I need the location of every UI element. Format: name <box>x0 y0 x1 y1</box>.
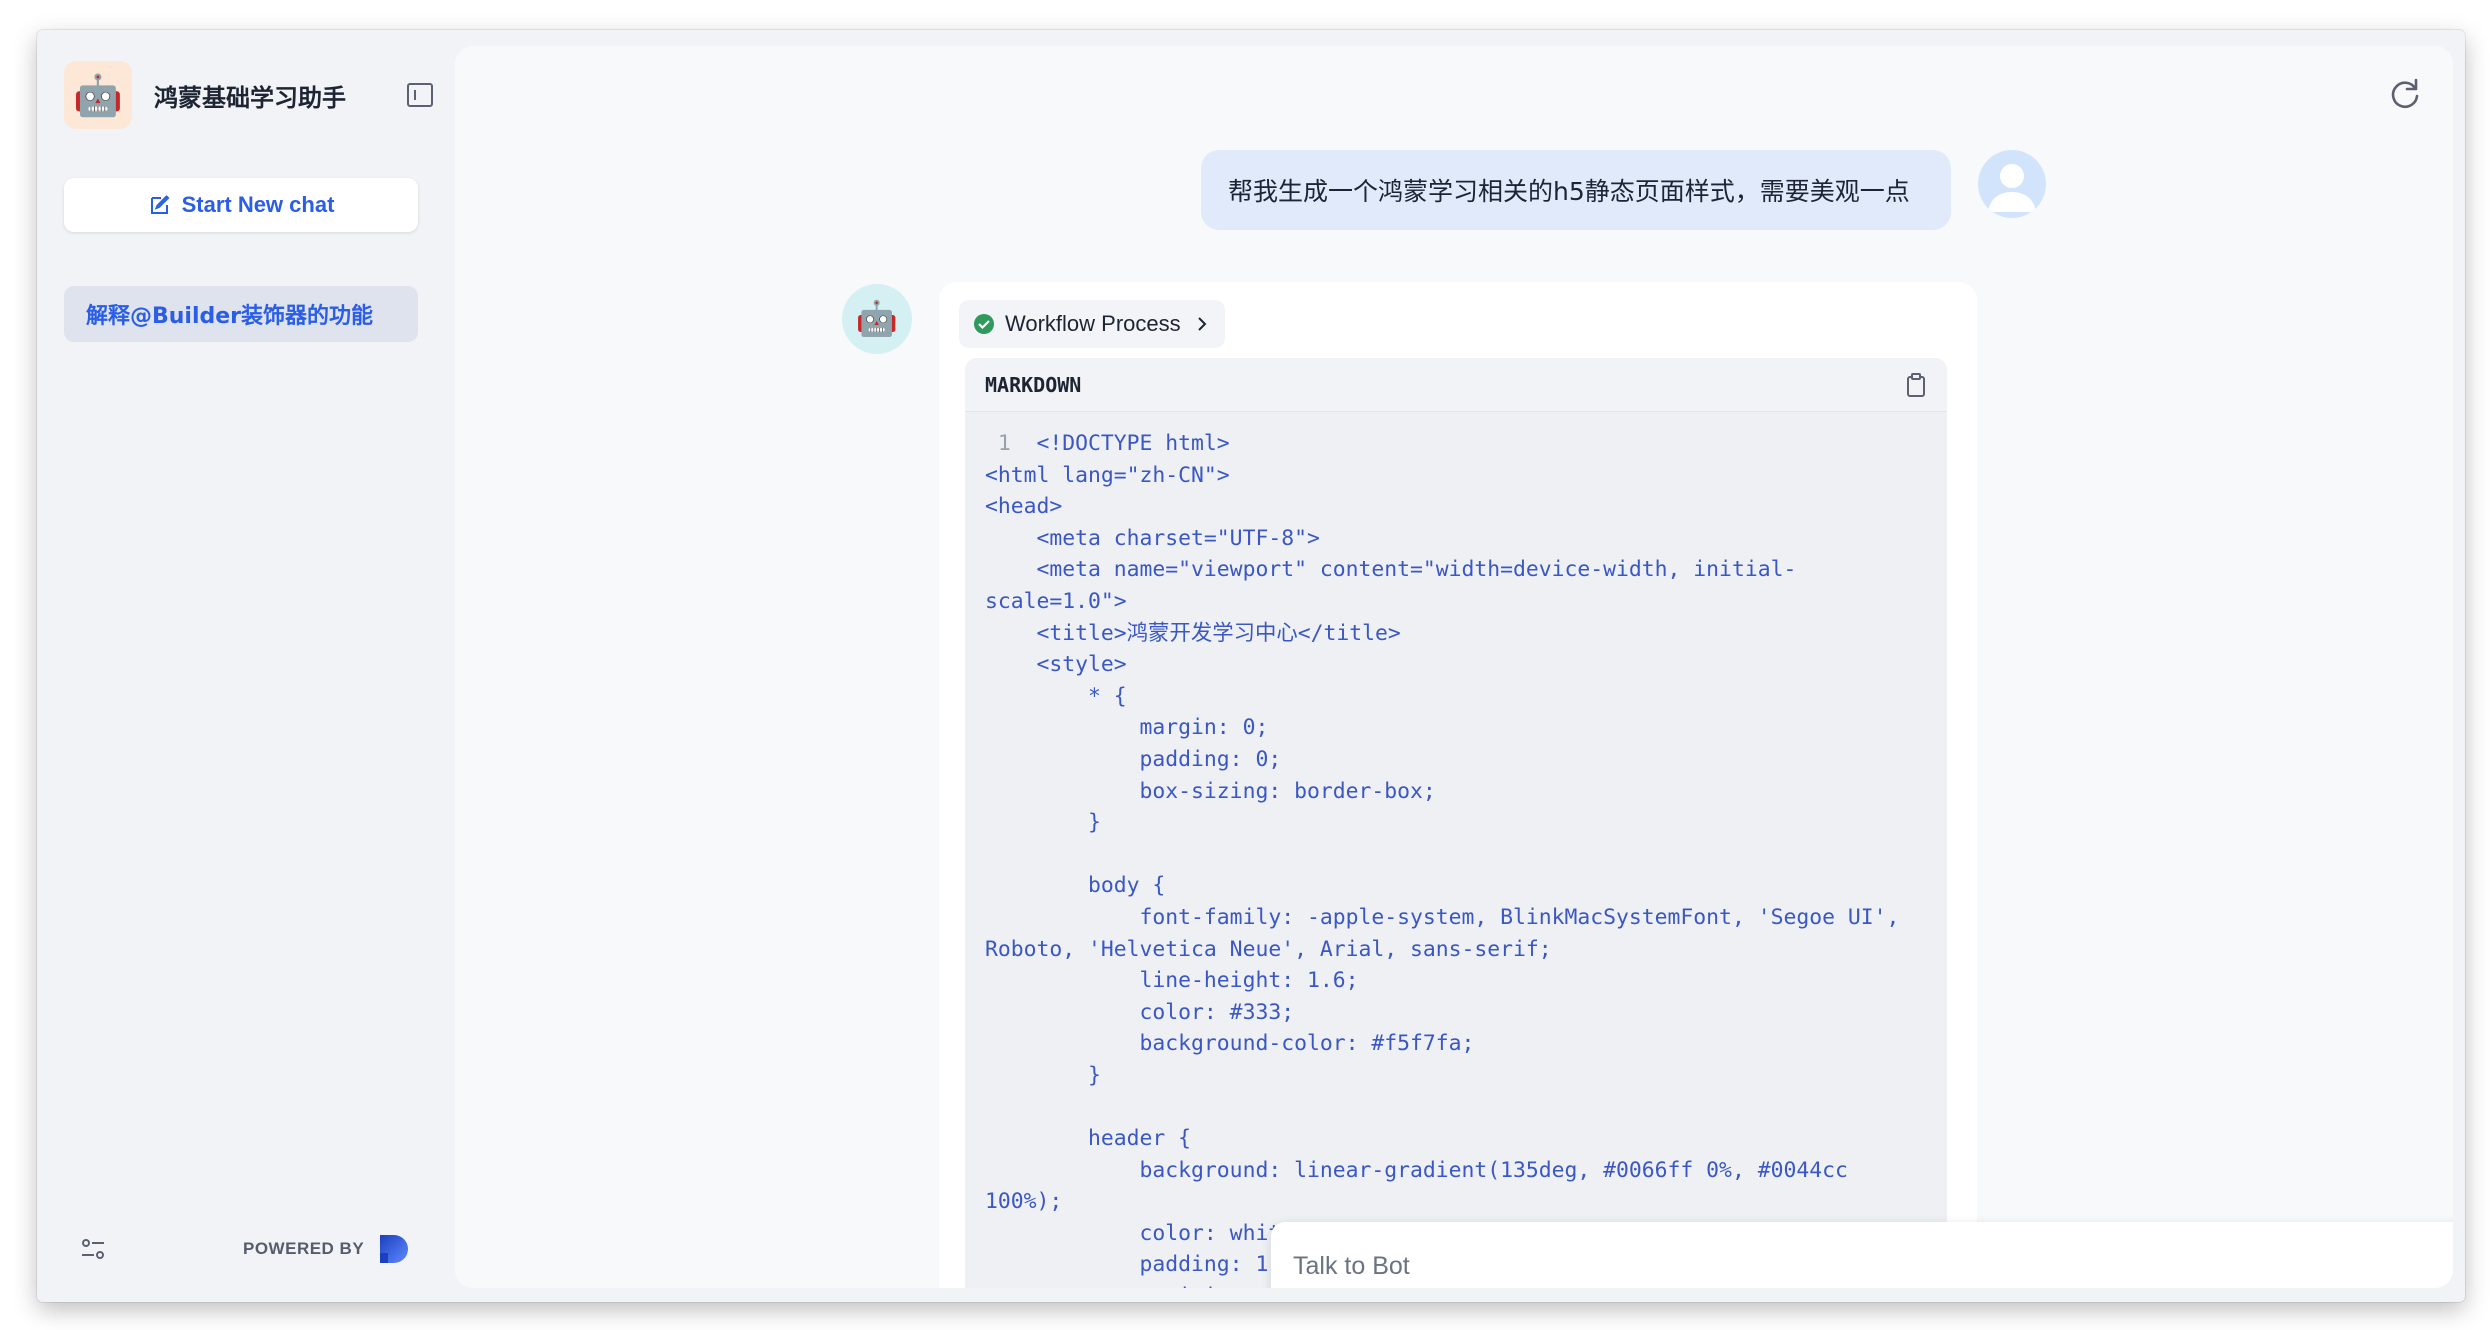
code-line: <meta charset="UTF-8"> <box>985 523 1935 555</box>
code-block: MARKDOWN 1 <!DOCTYPE html> <html lang="zh… <box>965 358 1947 1288</box>
edit-icon <box>150 195 169 214</box>
chat-main: 帮我生成一个鸿蒙学习相关的h5静态页面样式，需要美观一点 🤖 Workflow … <box>455 46 2453 1288</box>
code-line-text: <head> <box>985 494 1063 520</box>
code-line-text: * { <box>985 683 1127 709</box>
refresh-icon[interactable] <box>2387 76 2423 112</box>
code-line: box-sizing: border-box; <box>985 776 1935 808</box>
code-line-text: } <box>985 1062 1101 1088</box>
code-line: <meta name="viewport" content="width=dev… <box>985 554 1935 586</box>
app-header: 🤖 鸿蒙基础学习助手 <box>64 60 434 130</box>
robot-logo-icon: 🤖 <box>64 61 132 129</box>
app-window: 🤖 鸿蒙基础学习助手 Start New chat 解释@Builder装饰器的… <box>37 30 2465 1302</box>
code-line: * { <box>985 681 1935 713</box>
code-line-text: <style> <box>985 652 1127 678</box>
code-line-text: 100%); <box>985 1189 1063 1215</box>
code-line: margin: 0; <box>985 712 1935 744</box>
code-line-text: <title>鸿蒙开发学习中心</title> <box>985 620 1401 646</box>
chevron-right-icon <box>1197 317 1207 331</box>
user-message-text: 帮我生成一个鸿蒙学习相关的h5静态页面样式，需要美观一点 <box>1228 177 1910 206</box>
settings-sliders-icon[interactable] <box>79 1235 107 1263</box>
bot-message: Workflow Process MARKDOWN 1 <!DOCTYPE ht… <box>939 282 1977 1288</box>
sidebar: 🤖 鸿蒙基础学习助手 Start New chat 解释@Builder装饰器的… <box>37 30 453 1302</box>
code-line-text: <!DOCTYPE html> <box>1036 431 1230 456</box>
chat-topbar <box>455 46 2453 146</box>
code-line: header { <box>985 1123 1935 1155</box>
sidebar-collapse-icon[interactable] <box>406 82 434 108</box>
app-name: 鸿蒙基础学习助手 <box>154 83 346 112</box>
code-line: <head> <box>985 491 1935 523</box>
chat-input[interactable] <box>1293 1246 2393 1286</box>
workflow-process-toggle[interactable]: Workflow Process <box>959 300 1225 348</box>
powered-by: POWERED BY <box>243 1233 412 1265</box>
code-line-text: color: #333; <box>985 999 1295 1025</box>
start-new-chat-label: Start New chat <box>181 192 335 217</box>
conversation-item[interactable]: 解释@Builder装饰器的功能 <box>64 286 418 342</box>
powered-by-label: POWERED BY <box>243 1239 365 1258</box>
conversation-item-label: 解释@Builder装饰器的功能 <box>86 304 374 329</box>
code-line-text: <meta name="viewport" content="width=dev… <box>985 557 1797 583</box>
code-line-text: color: white; <box>985 1220 1307 1246</box>
code-line-text: Roboto, 'Helvetica Neue', Arial, sans-se… <box>985 936 1552 962</box>
code-line-text: font-family: -apple-system, BlinkMacSyst… <box>985 904 1900 930</box>
code-line: background: linear-gradient(135deg, #006… <box>985 1155 1935 1187</box>
code-language-label: MARKDOWN <box>985 372 1082 397</box>
code-line: <style> <box>985 649 1935 681</box>
code-block-header: MARKDOWN <box>965 358 1947 412</box>
code-line-text: margin: 0; <box>985 715 1269 741</box>
user-avatar-icon <box>1978 150 2046 218</box>
code-line: } <box>985 807 1935 839</box>
code-line: } <box>985 1060 1935 1092</box>
brand-logo-icon <box>380 1235 409 1263</box>
code-line <box>985 839 1935 871</box>
code-line-text: body { <box>985 873 1166 899</box>
code-line: font-family: -apple-system, BlinkMacSyst… <box>985 902 1935 934</box>
code-line-text: line-height: 1.6; <box>985 968 1359 994</box>
check-circle-icon <box>974 314 994 334</box>
code-line-text: } <box>985 810 1101 836</box>
code-line: 100%); <box>985 1186 1935 1218</box>
code-line: <title>鸿蒙开发学习中心</title> <box>985 618 1935 650</box>
code-line-text: background-color: #f5f7fa; <box>985 1031 1475 1057</box>
copy-icon[interactable] <box>1903 372 1929 398</box>
code-line-text: scale=1.0"> <box>985 588 1127 614</box>
code-content: 1 <!DOCTYPE html> <html lang="zh-CN"> <hea… <box>985 428 1935 1288</box>
code-line: background-color: #f5f7fa; <box>985 1028 1935 1060</box>
code-line-text: header { <box>985 1126 1192 1152</box>
code-line-text: <html lang="zh-CN"> <box>985 462 1230 488</box>
code-line: <html lang="zh-CN"> <box>985 460 1935 492</box>
code-line: color: #333; <box>985 997 1935 1029</box>
code-line <box>985 1091 1935 1123</box>
workflow-label: Workflow Process <box>1005 311 1181 336</box>
code-line-text: background: linear-gradient(135deg, #006… <box>985 1157 1848 1183</box>
code-line-text: box-sizing: border-box; <box>985 778 1436 804</box>
code-line: Roboto, 'Helvetica Neue', Arial, sans-se… <box>985 934 1935 966</box>
code-line-text: <meta charset="UTF-8"> <box>985 525 1320 551</box>
line-number: 1 <box>985 431 1037 456</box>
code-line: line-height: 1.6; <box>985 965 1935 997</box>
code-line: body { <box>985 870 1935 902</box>
code-line: padding: 0; <box>985 744 1935 776</box>
bot-avatar-icon: 🤖 <box>842 284 912 354</box>
chat-composer <box>1271 1222 2453 1288</box>
code-line: scale=1.0"> <box>985 586 1935 618</box>
start-new-chat-button[interactable]: Start New chat <box>64 178 418 232</box>
user-message: 帮我生成一个鸿蒙学习相关的h5静态页面样式，需要美观一点 <box>1201 150 1951 230</box>
code-line: 1 <!DOCTYPE html> <box>985 428 1935 460</box>
code-line-text: padding: 0; <box>985 746 1282 772</box>
code-line-text: padding: 1rem; <box>985 1252 1320 1278</box>
